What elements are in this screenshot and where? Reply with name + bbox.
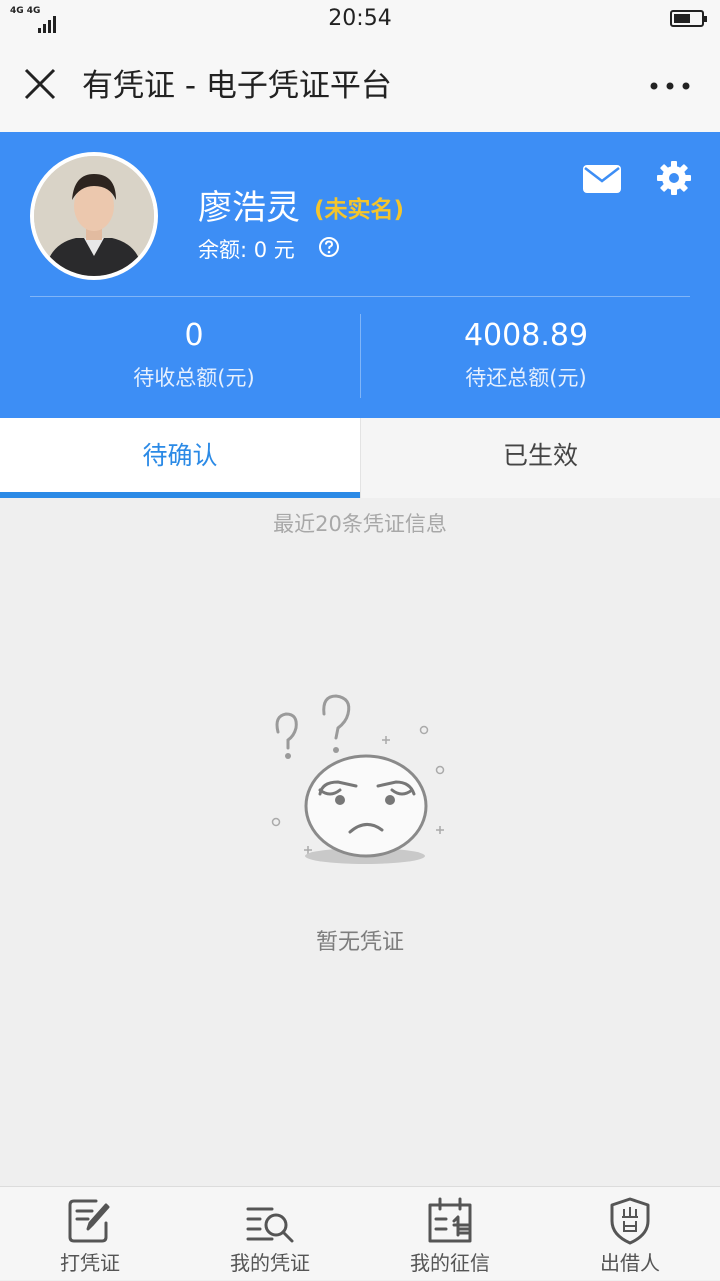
mail-icon[interactable] — [582, 164, 622, 194]
nav-item-create-voucher[interactable]: 打凭证 — [0, 1187, 180, 1281]
payable-value: 4008.89 — [463, 318, 589, 353]
close-icon — [24, 68, 56, 100]
help-icon[interactable] — [318, 236, 340, 258]
avatar[interactable] — [30, 152, 158, 280]
profile-divider — [30, 296, 690, 297]
tab-effective[interactable]: 已生效 — [360, 418, 720, 498]
payable-label: 待还总额(元) — [465, 366, 587, 390]
status-bar: 4G 4G 20:54 — [0, 0, 720, 40]
bottom-nav: 打凭证 我的凭证 我的征信 出借人 — [0, 1186, 720, 1280]
gear-icon[interactable] — [656, 160, 692, 196]
clock: 20:54 — [328, 6, 392, 31]
nav-bar: 有凭证 - 电子凭证平台 — [0, 40, 720, 132]
search-list-icon — [246, 1207, 294, 1243]
receivable-value: 0 — [184, 318, 204, 353]
profile-header: 廖浩灵 (未实名) 余额: 0 元 0 待收总额(元) 4008.89 待还总额… — [0, 132, 720, 418]
more-icon — [650, 82, 690, 90]
edit-document-icon — [68, 1199, 110, 1243]
nav-label-my-credit: 我的征信 — [410, 1251, 490, 1275]
empty-state-text: 暂无凭证 — [315, 930, 404, 955]
avatar-photo — [34, 156, 154, 276]
receivable-label: 待收总额(元) — [133, 366, 255, 390]
page-title: 有凭证 - 电子凭证平台 — [82, 68, 392, 104]
nav-item-my-credit[interactable]: 我的征信 — [360, 1187, 540, 1281]
list-caption: 最近20条凭证信息 — [273, 512, 447, 536]
receivable-total[interactable]: 0 待收总额(元) — [14, 316, 374, 392]
payable-total[interactable]: 4008.89 待还总额(元) — [346, 316, 706, 392]
nav-label-lender: 出借人 — [600, 1251, 660, 1275]
nav-item-my-vouchers[interactable]: 我的凭证 — [180, 1187, 360, 1281]
credit-record-icon — [428, 1197, 472, 1243]
nav-label-create-voucher: 打凭证 — [60, 1251, 120, 1275]
battery-icon — [670, 10, 707, 27]
tab-bar: 待确认 已生效 — [0, 418, 720, 498]
nav-item-lender[interactable]: 出借人 — [540, 1187, 720, 1281]
verify-status-badge[interactable]: (未实名) — [314, 190, 404, 224]
close-button[interactable] — [20, 64, 60, 104]
more-button[interactable] — [648, 66, 692, 106]
lender-shield-icon — [610, 1197, 650, 1245]
user-name: 廖浩灵 — [198, 188, 300, 228]
nav-label-my-vouchers: 我的凭证 — [230, 1251, 310, 1275]
tab-pending[interactable]: 待确认 — [0, 418, 360, 498]
confused-face-icon — [271, 694, 445, 864]
balance-text: 余额: 0 元 — [198, 238, 295, 262]
